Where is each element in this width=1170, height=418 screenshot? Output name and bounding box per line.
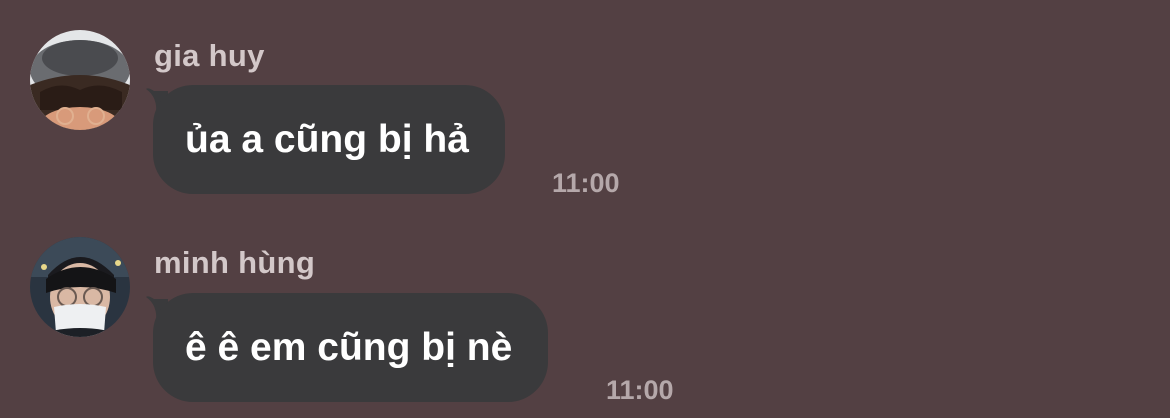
- avatar[interactable]: [30, 30, 130, 130]
- message-row: gia huy ủa a cũng bị hả 11:00: [0, 0, 1170, 198]
- sender-name: minh hùng: [154, 245, 316, 280]
- message-time: 11:00: [606, 375, 674, 405]
- message-bubble-wrap: ủa a cũng bị hả: [138, 85, 505, 194]
- message-bubble[interactable]: ê ê em cũng bị nè: [153, 293, 549, 402]
- message-bubble[interactable]: ủa a cũng bị hả: [153, 85, 505, 194]
- avatar-photo-minh-hung: [30, 237, 130, 337]
- message-bubble-wrap: ê ê em cũng bị nè: [138, 293, 549, 402]
- message-text: ủa a cũng bị hả: [185, 117, 469, 161]
- sender-name: gia huy: [154, 38, 265, 73]
- message-time: 11:00: [552, 168, 620, 198]
- avatar-photo-gia-huy: [30, 30, 130, 130]
- message-row: minh hùng ê ê em cũng bị nè 11:00: [0, 207, 1170, 405]
- avatar[interactable]: [30, 237, 130, 337]
- chat-thread: gia huy ủa a cũng bị hả 11:00 minh hùng …: [0, 0, 1170, 418]
- message-text: ê ê em cũng bị nè: [185, 325, 513, 369]
